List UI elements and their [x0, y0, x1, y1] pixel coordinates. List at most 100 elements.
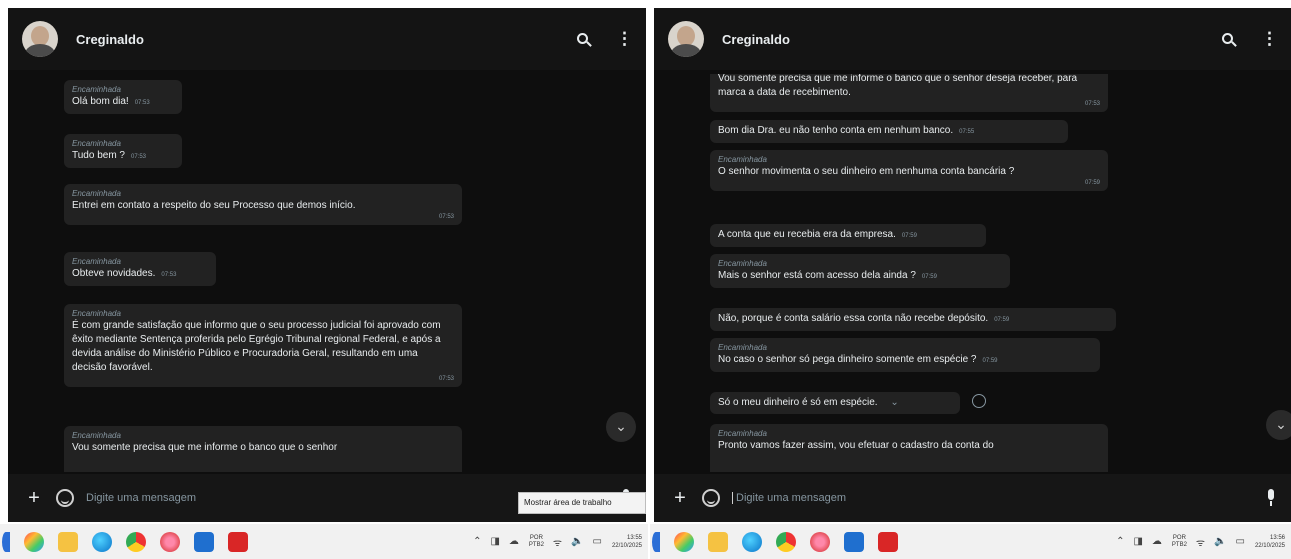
- clock[interactable]: 13:55 22/10/2025: [612, 534, 642, 550]
- tray-app-icon[interactable]: ◨: [490, 536, 499, 547]
- message-time: 07:53: [134, 100, 150, 106]
- mail-taskbar-icon[interactable]: [194, 531, 214, 552]
- chat-header[interactable]: Creginaldo ⋮: [8, 8, 646, 70]
- message-time: 07:59: [921, 274, 937, 280]
- message-bubble[interactable]: Encaminhada Olá bom dia! 07:53: [64, 80, 182, 114]
- edge-taskbar-icon[interactable]: [742, 531, 762, 552]
- chat-panel-left: Creginaldo ⋮ Encaminhada Olá bom dia! 07:…: [8, 8, 646, 522]
- chrome-taskbar-icon[interactable]: [776, 531, 796, 552]
- file-explorer-taskbar-icon[interactable]: [58, 531, 78, 552]
- menu-icon[interactable]: ⋮: [616, 29, 633, 49]
- chrome-taskbar-icon[interactable]: [126, 531, 146, 552]
- pdf-reader-taskbar-icon[interactable]: [878, 531, 898, 552]
- message-bubble[interactable]: Encaminhada É com grande satisfação que …: [64, 304, 462, 387]
- photos-taskbar-icon[interactable]: [674, 531, 694, 552]
- clock-date: 22/10/2025: [1254, 542, 1285, 549]
- message-bubble[interactable]: Encaminhada Mais o senhor está com acess…: [710, 254, 1010, 288]
- message-time: 07:55: [959, 129, 975, 135]
- message-time: 07:59: [1084, 180, 1100, 186]
- chrome-taskbar-icon[interactable]: [652, 531, 660, 552]
- forwarded-label: Encaminhada: [718, 155, 767, 164]
- chat-header[interactable]: Creginaldo ⋮: [654, 8, 1291, 70]
- message-bubble[interactable]: Encaminhada No caso o senhor só pega din…: [710, 338, 1100, 372]
- language-indicator[interactable]: POR PTB2: [1172, 535, 1187, 549]
- scroll-down-button[interactable]: ⌄: [1266, 410, 1291, 440]
- system-tray: ⌃ ◨ ☁ POR PTB2 ᯤ 🔈 ▭ 13:55 22/10/2025: [464, 534, 648, 550]
- plus-icon[interactable]: +: [22, 487, 46, 510]
- clock-date: 22/10/2025: [611, 542, 642, 549]
- message-composer: + Digite uma mensagem Mostrar área de tr…: [8, 474, 646, 522]
- search-icon[interactable]: [574, 29, 590, 49]
- react-emoji-icon[interactable]: [972, 394, 986, 408]
- message-options-chevron-icon[interactable]: ⌄: [890, 397, 898, 408]
- photos-taskbar-icon[interactable]: [24, 531, 44, 552]
- scroll-down-button[interactable]: ⌄: [606, 412, 636, 442]
- cloud-icon[interactable]: ☁: [1152, 536, 1162, 547]
- cloud-icon[interactable]: ☁: [509, 536, 519, 547]
- wifi-icon[interactable]: ᯤ: [553, 535, 562, 549]
- message-time: 07:59: [982, 358, 998, 364]
- forwarded-label: Encaminhada: [72, 85, 121, 94]
- message-bubble[interactable]: Encaminhada O senhor movimenta o seu din…: [710, 150, 1108, 191]
- battery-icon[interactable]: ▭: [593, 536, 602, 547]
- wifi-icon[interactable]: ᯤ: [1196, 535, 1205, 549]
- message-text: A conta que eu recebia era da empresa.: [718, 229, 896, 240]
- windows-taskbar-left: ⌃ ◨ ☁ POR PTB2 ᯤ 🔈 ▭ 13:55 22/10/2025: [0, 524, 648, 559]
- message-text: Tudo bem ?: [72, 150, 125, 161]
- message-list: Vou somente precisa que me informe o ban…: [654, 74, 1291, 472]
- message-text: Bom dia Dra. eu não tenho conta em nenhu…: [718, 125, 954, 136]
- speaker-icon[interactable]: 🔈: [1214, 536, 1226, 547]
- message-text: Obteve novidades.: [72, 268, 156, 279]
- message-text: Vou somente precisa que me informe o ban…: [718, 74, 1078, 98]
- file-explorer-taskbar-icon[interactable]: [708, 531, 728, 552]
- search-icon[interactable]: [1219, 29, 1235, 49]
- emoji-icon[interactable]: [702, 489, 720, 507]
- forwarded-label: Encaminhada: [718, 343, 767, 352]
- message-text: Olá bom dia!: [72, 96, 129, 107]
- chevron-up-icon[interactable]: ⌃: [1116, 536, 1124, 547]
- language-code: POR: [1172, 534, 1186, 541]
- edge-taskbar-icon[interactable]: [92, 531, 112, 552]
- tray-app-icon[interactable]: ◨: [1133, 536, 1142, 547]
- windows-taskbar-right: ⌃ ◨ ☁ POR PTB2 ᯤ 🔈 ▭ 13:56 22/10/2025: [650, 524, 1291, 559]
- message-bubble[interactable]: Só o meu dinheiro é só em espécie. ⌄: [710, 392, 960, 414]
- message-bubble[interactable]: Vou somente precisa que me informe o ban…: [710, 74, 1108, 112]
- clock[interactable]: 13:56 22/10/2025: [1255, 534, 1285, 550]
- message-bubble[interactable]: A conta que eu recebia era da empresa. 07…: [710, 224, 986, 247]
- app-taskbar-icon[interactable]: [810, 531, 830, 552]
- plus-icon[interactable]: +: [668, 487, 692, 510]
- message-text: Só o meu dinheiro é só em espécie.: [718, 397, 878, 408]
- forwarded-label: Encaminhada: [72, 139, 121, 148]
- keyboard-layout: PTB2: [1171, 541, 1187, 548]
- show-desktop-tooltip: Mostrar área de trabalho: [518, 492, 646, 514]
- language-code: POR: [529, 534, 543, 541]
- avatar[interactable]: [668, 21, 704, 57]
- message-text: No caso o senhor só pega dinheiro soment…: [718, 354, 977, 365]
- pdf-reader-taskbar-icon[interactable]: [228, 531, 248, 552]
- message-bubble[interactable]: Bom dia Dra. eu não tenho conta em nenhu…: [710, 120, 1068, 143]
- avatar[interactable]: [22, 21, 58, 57]
- chevron-down-icon: ⌄: [615, 418, 627, 434]
- clock-time: 13:55: [626, 534, 642, 541]
- message-bubble[interactable]: Encaminhada Tudo bem ? 07:53: [64, 134, 182, 168]
- speaker-icon[interactable]: 🔈: [571, 536, 583, 547]
- forwarded-label: Encaminhada: [72, 309, 121, 318]
- contact-name[interactable]: Creginaldo: [722, 32, 1193, 47]
- message-bubble[interactable]: Não, porque é conta salário essa conta n…: [710, 308, 1116, 331]
- menu-icon[interactable]: ⋮: [1261, 29, 1278, 49]
- message-input[interactable]: Digite uma mensagem: [732, 492, 1265, 504]
- message-bubble[interactable]: Encaminhada Entrei em contato a respeito…: [64, 184, 462, 225]
- contact-name[interactable]: Creginaldo: [76, 32, 548, 47]
- message-bubble[interactable]: Encaminhada Obteve novidades. 07:53: [64, 252, 216, 286]
- mic-icon[interactable]: [1265, 489, 1277, 507]
- message-composer: + Digite uma mensagem: [654, 474, 1291, 522]
- chevron-up-icon[interactable]: ⌃: [473, 536, 481, 547]
- mail-taskbar-icon[interactable]: [844, 531, 864, 552]
- chrome-taskbar-icon[interactable]: [2, 531, 10, 552]
- battery-icon[interactable]: ▭: [1236, 536, 1245, 547]
- message-bubble[interactable]: Encaminhada Pronto vamos fazer assim, vo…: [710, 424, 1108, 472]
- app-taskbar-icon[interactable]: [160, 531, 180, 552]
- emoji-icon[interactable]: [56, 489, 74, 507]
- message-bubble[interactable]: Encaminhada Vou somente precisa que me i…: [64, 426, 462, 472]
- language-indicator[interactable]: POR PTB2: [529, 535, 544, 549]
